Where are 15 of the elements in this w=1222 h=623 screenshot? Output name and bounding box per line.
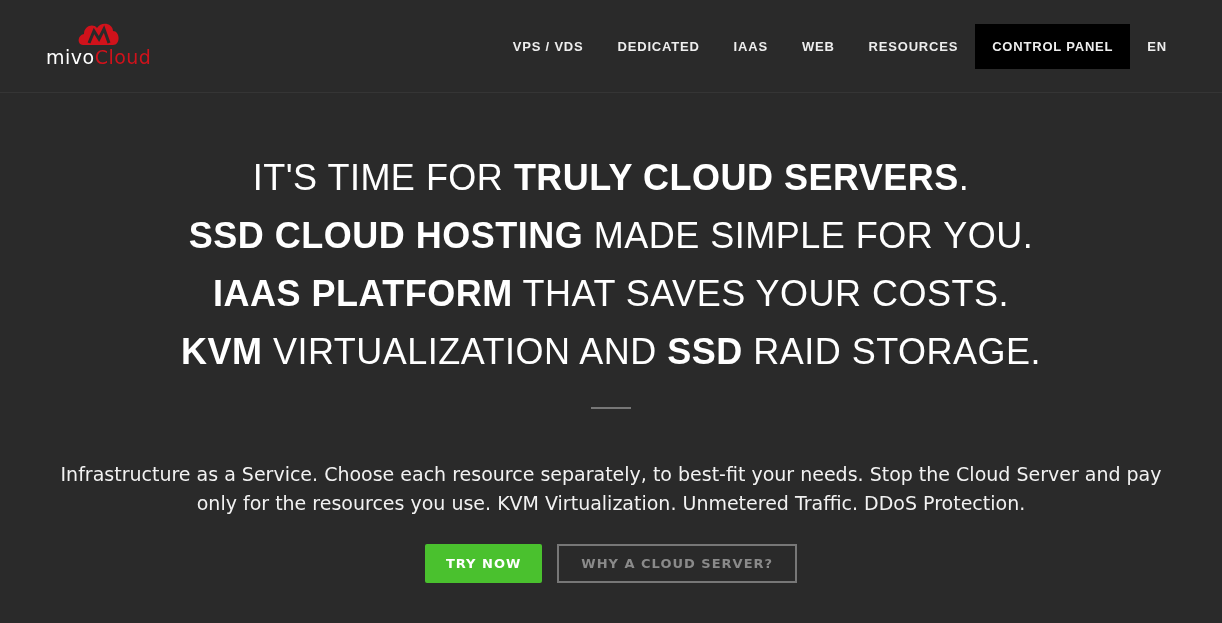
cloud-server-button[interactable]: WHY A CLOUD SERVER? [557,544,798,583]
logo-text: mivo [46,47,95,67]
nav-link[interactable]: DEDICATED [600,23,717,69]
logo-text: Cloud [94,47,152,67]
nav-link[interactable]: CONTROL PANEL [975,23,1131,69]
nav-link[interactable]: VPS / VDS [495,23,601,69]
nav-link[interactable]: WEB [784,23,852,69]
nav-link[interactable]: EN [1130,23,1184,69]
headline: SSD CLOUD HOSTING MADE SIMPLE FOR YOU. [188,214,1034,258]
headline: IT'S TIME FOR TRULY CLOUD SERVERS. [252,156,970,200]
headline: IAAS PLATFORM THAT SAVES YOUR COSTS. [212,272,1010,316]
nav-link[interactable]: IAAS [716,23,785,69]
nav-link[interactable]: RESOURCES [851,23,976,69]
headline: KVM VIRTUALIZATION AND SSD RAID STORAGE. [180,330,1042,374]
description-text: Infrastructure as a Service. Choose each resource separately, to best-fit your needs. Stop the Cloud Server and pay only for the resources you use. KVM Virtualization. Unmetered Traffic. DDoS Protection. [59,462,1163,516]
